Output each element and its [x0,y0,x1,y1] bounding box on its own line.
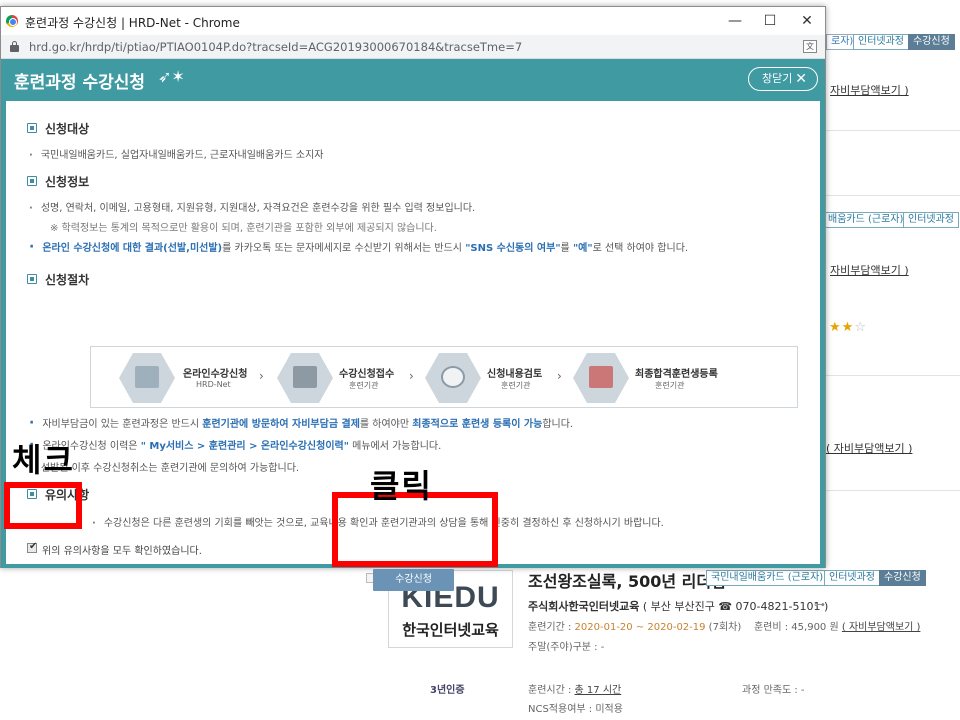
click-annotation: 클릭 [370,467,433,505]
popup-header: 훈련과정 수강신청 ➶✶ 창닫기 ✕ [1,59,825,101]
step-subtitle: 훈련기관 [655,381,685,390]
section-heading-target: 신청대상 [27,120,89,137]
lock-icon [10,41,19,52]
step-subtitle: HRD-Net [196,380,231,389]
procedure-history-item: 온라인수강신청 이력은 " My서비스 > 훈련관리 > 온라인수강신청이력" … [29,437,441,453]
window-title: 훈련과정 수강신청 | HRD-Net - Chrome [25,16,240,30]
window-titlebar[interactable]: 훈련과정 수강신청 | HRD-Net - Chrome — ☐ ✕ [1,7,825,35]
course-day-type: 주말(주야)구분 : - [528,642,605,653]
step-review-icon [425,353,481,403]
info-note: ※ 학력정보는 통계의 목적으로만 활용이 되며, 훈련기관을 포함한 외부에 … [50,223,437,234]
step-receipt-icon [277,353,333,403]
close-icon: ✕ [795,71,807,87]
translate-icon[interactable]: 文 [803,40,817,53]
step-subtitle: 훈련기관 [349,381,379,390]
course-company: 주식회사한국인터넷교육 ( 부산 부산진구 ☎ 070-4821-5101 ) [528,600,829,613]
maximize-button[interactable]: ☐ [752,9,788,33]
step-online-icon [119,353,175,403]
rating-stars: ★★☆ [829,320,867,335]
course-title[interactable]: 조선왕조실록, 500년 리더십 [528,568,726,592]
bg-tag-internet: 인터넷과정 [853,34,909,50]
course-hours: 훈련시간 : 총 17 시간 [528,685,622,696]
bg-tag-card: 배움카드 (근로자) [823,212,909,228]
check-annotation: 체크 [12,441,75,479]
course-self-pay-link[interactable]: ( 자비부담액보기 ) [842,622,921,633]
info-sns-item: 온라인 수강신청에 대한 결과(선발,미선발)를 카카오톡 또는 문자메세지로 … [29,239,688,255]
procedure-diagram: 온라인수강신청 HRD-Net › 수강신청접수 훈련기관 › 신청내용검토 훈… [90,346,798,408]
row-divider [826,490,960,491]
row-divider [826,375,960,376]
bg-self-pay-link[interactable]: ( 자비부담액보기 ) [826,440,912,456]
bg-self-pay-link[interactable]: 자비부담액보기 ) [830,82,909,98]
minimize-button[interactable]: — [717,9,753,33]
step-arrow-icon: › [259,369,264,383]
logo-subtitle: 한국인터넷교육 [402,621,499,639]
course-apply-button[interactable]: 수강신청 [879,570,926,586]
window-close-button[interactable]: ✕ [789,9,825,33]
sparkle-icon: ➶✶ [158,67,185,86]
info-item: 성명, 연락처, 이메일, 고용형태, 지원유형, 지원대상, 자격요건은 훈련… [29,199,475,214]
check-highlight-box [4,482,82,529]
chrome-icon [6,15,18,27]
popup-title: 훈련과정 수강신청 [14,73,146,93]
bg-self-pay-link[interactable]: 자비부담액보기 ) [830,262,909,278]
bg-apply-button[interactable]: 수강신청 [908,34,955,50]
step-arrow-icon: › [557,369,562,383]
certification-badge: 3년인증 [430,685,465,696]
agree-checkbox[interactable]: ✔ [27,541,38,553]
share-icon[interactable]: ⊶ [814,598,828,611]
step-title: 최종합격훈련생등록 [635,369,718,380]
step-subtitle: 훈련기관 [501,381,531,390]
course-satisfaction: 과정 만족도 : - [742,685,805,696]
course-tag-internet: 인터넷과정 [824,570,880,586]
address-bar[interactable]: hrd.go.kr/hrdp/ti/ptiao/PTIAO0104P.do?tr… [1,35,825,59]
step-arrow-icon: › [409,369,414,383]
bg-tag-internet: 인터넷과정 [903,212,959,228]
url-text[interactable]: hrd.go.kr/hrdp/ti/ptiao/PTIAO0104P.do?tr… [29,40,522,54]
row-divider [826,195,960,196]
popup-close-button[interactable]: 창닫기 ✕ [748,67,818,91]
agree-label[interactable]: 위의 유의사항을 모두 확인하였습니다. [42,542,202,557]
course-tag-card: 국민내일배움카드 (근로자) [706,570,829,586]
course-period-fee: 훈련기간 : 2020-01-20 ~ 2020-02-19 (7회차) 훈련비… [528,622,921,633]
apply-button[interactable]: 수강신청 [373,569,454,591]
step-title: 온라인수강신청 [183,369,248,380]
section-heading-info: 신청정보 [27,173,89,190]
section-heading-procedure: 신청절차 [27,271,89,288]
target-item: 국민내일배움카드, 실업자내일배움카드, 근로자내일배움카드 소지자 [29,146,324,161]
course-ncs: NCS적용여부 : 미적용 [528,704,623,715]
step-title: 신청내용검토 [487,369,543,380]
row-divider [826,130,960,131]
step-title: 수강신청접수 [339,369,395,380]
check-icon: ✔ [29,541,38,552]
procedure-payment-item: 자비부담금이 있는 훈련과정은 반드시 훈련기관에 방문하여 자비부담금 결제를… [29,415,573,431]
step-register-icon [573,353,629,403]
